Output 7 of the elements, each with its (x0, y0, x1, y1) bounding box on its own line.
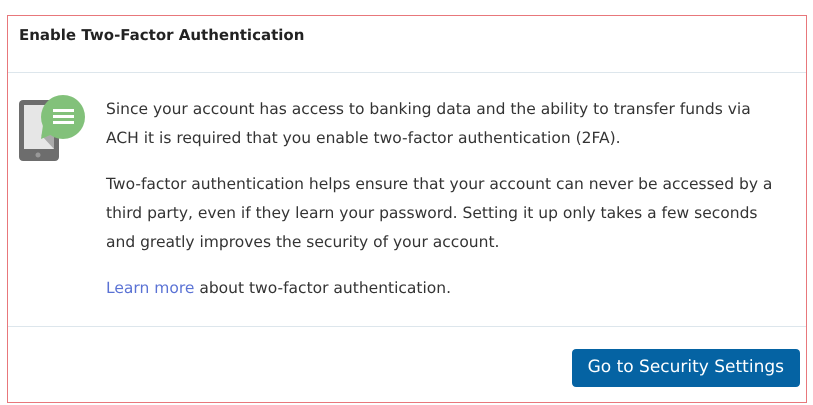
dialog-title: Enable Two-Factor Authentication (19, 26, 306, 44)
security-settings-button[interactable]: Go to Security Settings (572, 349, 800, 386)
body-paragraph: Two-factor authentication helps ensure that your account can never be accessed by a third party, even if they learn your password. Setting it up only takes a few seconds and greatly improves the security of your account. (106, 174, 774, 253)
body-paragraph: Since your account has access to banking data and the ability to transfer funds via ACH it is required that you enable two-factor authentication (2FA). (106, 99, 752, 149)
phone-message-icon (19, 95, 86, 161)
learn-more-link[interactable]: Learn more (106, 279, 194, 297)
learn-more-sentence: Learn more about two-factor authentication. (106, 278, 452, 299)
